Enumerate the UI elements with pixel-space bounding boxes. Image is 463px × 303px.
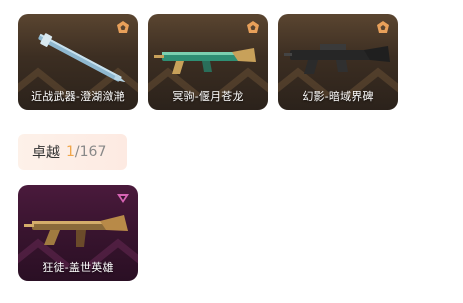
- skin-card-melee[interactable]: 近战武器-澄湖潋滟: [18, 14, 138, 110]
- rifle-icon: [154, 48, 256, 74]
- melee-weapon-icon: [38, 33, 126, 82]
- skin-card-exclusive[interactable]: 狂徒-盖世英雄: [18, 185, 138, 281]
- skin-card-rifle-1[interactable]: 冥驹-偃月苍龙: [148, 14, 268, 110]
- skin-name: 冥驹-偃月苍龙: [172, 90, 244, 103]
- rifle-icon: [284, 44, 390, 74]
- skin-name: 近战武器-澄湖潋滟: [31, 90, 125, 103]
- skin-name: 狂徒-盖世英雄: [42, 261, 114, 274]
- rifle-icon: [24, 215, 128, 247]
- skin-card-rifle-2[interactable]: 幻影-暗域界碑: [278, 14, 398, 110]
- total-count: 167: [79, 144, 107, 160]
- tier-count-chip: 卓越 1 / 167: [18, 134, 127, 170]
- tier-name: 卓越: [32, 145, 60, 161]
- skin-name: 幻影-暗域界碑: [302, 90, 374, 103]
- owned-count: 1: [66, 144, 75, 160]
